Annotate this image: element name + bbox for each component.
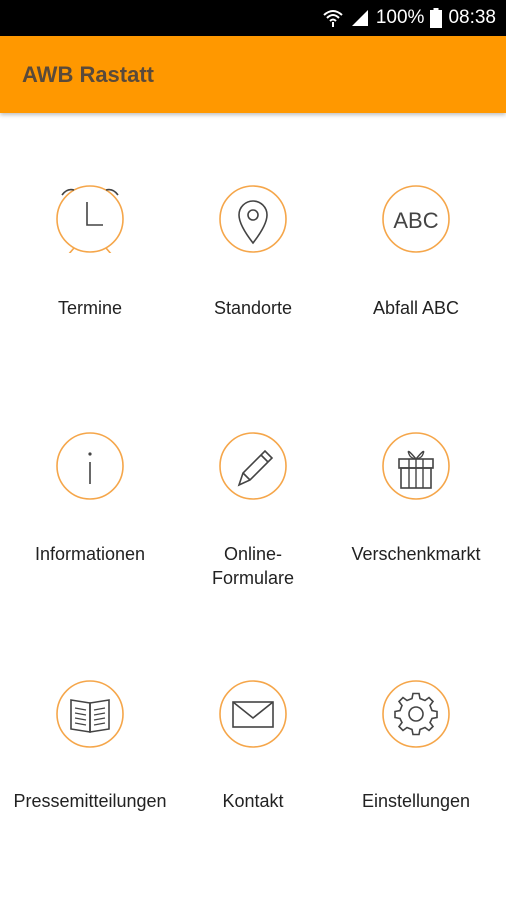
pencil-icon bbox=[219, 432, 287, 500]
signal-icon bbox=[351, 10, 368, 26]
menu-label: Verschenkmarkt bbox=[351, 544, 481, 564]
menu-tile-termine[interactable]: Termine bbox=[6, 180, 174, 330]
menu-tile-einstellungen[interactable]: Einstellungen bbox=[332, 676, 500, 826]
menu-label: Einstellungen bbox=[361, 791, 471, 811]
app-bar: AWB Rastatt bbox=[0, 36, 506, 113]
battery-icon bbox=[430, 8, 443, 28]
wifi-icon bbox=[323, 10, 343, 27]
menu-tile-pressemitteilungen[interactable]: Pressemitteilungen bbox=[6, 676, 174, 826]
app-title: AWB Rastatt bbox=[22, 62, 155, 87]
clock: 08:38 bbox=[448, 7, 496, 28]
menu-tile-informationen[interactable]: Informationen bbox=[6, 428, 174, 598]
status-bar: 100% 08:38 bbox=[0, 0, 506, 36]
menu-label: Informationen bbox=[34, 544, 146, 564]
gear-icon bbox=[382, 680, 450, 748]
abc-icon: ABC bbox=[382, 185, 450, 253]
menu-tile-online-formulare[interactable]: Online- Formulare bbox=[169, 428, 337, 598]
book-icon bbox=[56, 680, 124, 748]
map-pin-icon bbox=[219, 185, 287, 253]
gift-icon bbox=[382, 432, 450, 500]
menu-tile-standorte[interactable]: Standorte bbox=[169, 180, 337, 330]
battery-percent: 100% bbox=[375, 7, 425, 28]
menu-label-line2: Formulare bbox=[211, 568, 295, 588]
menu-tile-verschenkmarkt[interactable]: Verschenkmarkt bbox=[332, 428, 500, 598]
abc-icon-text: ABC bbox=[393, 208, 438, 233]
menu-label: Abfall ABC bbox=[372, 298, 460, 318]
menu-label: Standorte bbox=[213, 298, 293, 318]
menu-label: Kontakt bbox=[222, 791, 284, 811]
alarm-clock-icon bbox=[56, 185, 124, 253]
menu-tile-kontakt[interactable]: Kontakt bbox=[169, 676, 337, 826]
menu-tile-abfall-abc[interactable]: ABC Abfall ABC bbox=[332, 180, 500, 330]
menu-label-line1: Online- bbox=[223, 544, 283, 564]
envelope-icon bbox=[219, 680, 287, 748]
info-icon bbox=[56, 432, 124, 500]
menu-label: Pressemitteilungen bbox=[13, 791, 167, 811]
menu-label: Termine bbox=[57, 298, 123, 318]
